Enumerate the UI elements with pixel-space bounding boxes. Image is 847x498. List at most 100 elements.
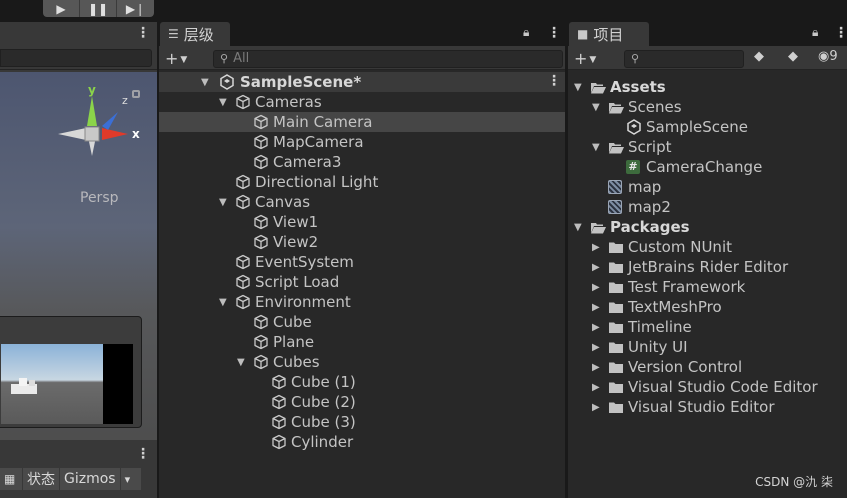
expand-arrow[interactable]: ▼ xyxy=(219,97,227,108)
project-search-input[interactable]: ⚲ xyxy=(624,50,744,68)
folder-open-icon xyxy=(591,83,606,94)
scene-name: SampleScene* xyxy=(240,73,362,91)
expand-arrow[interactable]: ▼ xyxy=(219,197,227,208)
create-button[interactable]: + ▼ xyxy=(574,49,596,68)
hierarchy-item[interactable]: Camera3 xyxy=(159,152,565,172)
search-by-label-icon[interactable]: ◆ xyxy=(788,49,798,64)
hierarchy-item[interactable]: Cube (3) xyxy=(159,412,565,432)
stats-button[interactable]: 状态 xyxy=(23,468,59,490)
expand-arrow[interactable]: ▶ xyxy=(592,282,600,293)
lock-icon[interactable]: 🔒︎ xyxy=(523,25,529,40)
project-item[interactable]: ▶ JetBrains Rider Editor xyxy=(568,257,847,277)
top-toolbar: ▶ ❚❚ ▶❘ xyxy=(0,0,847,22)
project-item-label: Assets xyxy=(610,78,666,96)
gizmos-button[interactable]: Gizmos xyxy=(60,468,120,490)
hierarchy-item[interactable]: ▼ Cameras xyxy=(159,92,565,112)
hierarchy-item[interactable]: Cube (1) xyxy=(159,372,565,392)
hierarchy-menu-button[interactable]: ⋮ xyxy=(547,25,561,41)
scene-viewport[interactable]: y z x Persp xyxy=(0,72,157,460)
scene-root-row[interactable]: ▼ SampleScene* ⋮ xyxy=(159,72,565,92)
expand-arrow[interactable]: ▶ xyxy=(592,382,600,393)
project-item[interactable]: ▶ Timeline xyxy=(568,317,847,337)
hierarchy-item[interactable]: Cube (2) xyxy=(159,392,565,412)
project-item[interactable]: map2 xyxy=(568,197,847,217)
expand-arrow[interactable]: ▶ xyxy=(592,362,600,373)
project-tabbar: ■ 项目 🔒︎ ⋮ xyxy=(568,22,847,46)
tab-project[interactable]: ■ 项目 xyxy=(569,22,649,46)
grid-toggle-button[interactable]: ▦ xyxy=(0,468,22,490)
step-button[interactable]: ▶❘ xyxy=(117,0,154,17)
expand-arrow[interactable]: ▶ xyxy=(592,242,600,253)
scene-view-tools: ▦ 状态 Gizmos ▾ xyxy=(0,468,141,490)
expand-arrow[interactable]: ▶ xyxy=(592,302,600,313)
scene-menu-button[interactable]: ⋮ xyxy=(136,25,150,41)
hierarchy-item[interactable]: Cylinder xyxy=(159,432,565,452)
hierarchy-item[interactable]: MapCamera xyxy=(159,132,565,152)
tab-hierarchy[interactable]: ☰ 层级 xyxy=(160,22,230,46)
hierarchy-item[interactable]: ▼ Cubes xyxy=(159,352,565,372)
expand-arrow[interactable]: ▼ xyxy=(574,222,582,233)
gizmos-dropdown[interactable]: ▾ xyxy=(120,468,141,490)
folder-icon: ■ xyxy=(577,27,589,41)
project-item-label: Timeline xyxy=(628,318,692,336)
project-item[interactable]: # CameraChange xyxy=(568,157,847,177)
project-item[interactable]: ▶ Visual Studio Editor xyxy=(568,397,847,417)
hierarchy-item[interactable]: Directional Light xyxy=(159,172,565,192)
project-item[interactable]: ▼ Assets xyxy=(568,77,847,97)
create-button[interactable]: + ▼ xyxy=(165,49,187,68)
play-icon: ▶ xyxy=(56,1,66,16)
expand-arrow[interactable]: ▶ xyxy=(592,342,600,353)
hierarchy-item[interactable]: ▼ Canvas xyxy=(159,192,565,212)
lock-icon[interactable]: 🔒︎ xyxy=(812,25,818,40)
folder-icon xyxy=(609,382,623,393)
project-item[interactable]: ▼ Packages xyxy=(568,217,847,237)
hierarchy-item[interactable]: Script Load xyxy=(159,272,565,292)
hierarchy-item[interactable]: View2 xyxy=(159,232,565,252)
search-by-type-icon[interactable]: ◆ xyxy=(754,49,764,64)
hierarchy-item-label: Script Load xyxy=(255,273,340,291)
project-item[interactable]: ▶ Visual Studio Code Editor xyxy=(568,377,847,397)
folder-open-icon xyxy=(609,143,624,154)
expand-arrow[interactable]: ▼ xyxy=(592,142,600,153)
scene-search-input[interactable] xyxy=(0,49,152,67)
hierarchy-search-input[interactable]: ⚲ All xyxy=(213,50,563,68)
folder-icon xyxy=(609,242,623,253)
expand-arrow[interactable]: ▼ xyxy=(592,102,600,113)
project-item[interactable]: ▼ Script xyxy=(568,137,847,157)
play-button[interactable]: ▶ xyxy=(43,0,80,17)
hierarchy-item[interactable]: EventSystem xyxy=(159,252,565,272)
expand-arrow[interactable]: ▼ xyxy=(237,357,245,368)
hierarchy-item-label: View1 xyxy=(273,213,319,231)
expand-arrow[interactable]: ▼ xyxy=(219,297,227,308)
project-item-label: Visual Studio Code Editor xyxy=(628,378,818,396)
scene-options-button[interactable]: ⋮ xyxy=(547,73,561,89)
project-item[interactable]: ▶ Test Framework xyxy=(568,277,847,297)
preview-objects xyxy=(11,378,37,394)
expand-arrow[interactable]: ▶ xyxy=(592,402,600,413)
lock-view-icon[interactable] xyxy=(132,90,140,98)
expand-arrow[interactable]: ▶ xyxy=(592,262,600,273)
render-texture-icon xyxy=(608,180,622,194)
hierarchy-item[interactable]: Plane xyxy=(159,332,565,352)
project-item[interactable]: ▶ Custom NUnit xyxy=(568,237,847,257)
project-item[interactable]: ▼ Scenes xyxy=(568,97,847,117)
project-item[interactable]: ▶ TextMeshPro xyxy=(568,297,847,317)
project-item[interactable]: map xyxy=(568,177,847,197)
hierarchy-item[interactable]: Cube xyxy=(159,312,565,332)
project-item[interactable]: ▶ Unity UI xyxy=(568,337,847,357)
expand-arrow[interactable]: ▶ xyxy=(592,322,600,333)
bottom-menu-button[interactable]: ⋮ xyxy=(136,446,150,462)
projection-label[interactable]: Persp xyxy=(80,190,119,206)
project-item[interactable]: SampleScene xyxy=(568,117,847,137)
expand-arrow[interactable]: ▼ xyxy=(574,82,582,93)
project-item-label: CameraChange xyxy=(646,158,763,176)
hierarchy-item[interactable]: Main Camera xyxy=(159,112,565,132)
pause-button[interactable]: ❚❚ xyxy=(80,0,117,17)
project-item[interactable]: ▶ Version Control xyxy=(568,357,847,377)
scene-expand-arrow[interactable]: ▼ xyxy=(201,77,209,88)
hidden-packages-toggle[interactable]: ◉9 xyxy=(818,49,838,64)
project-menu-button[interactable]: ⋮ xyxy=(834,25,847,41)
hierarchy-item[interactable]: ▼ Environment xyxy=(159,292,565,312)
project-toolbar: + ▼ ⚲ ◆ ◆ ◉9 xyxy=(568,46,847,70)
hierarchy-item[interactable]: View1 xyxy=(159,212,565,232)
